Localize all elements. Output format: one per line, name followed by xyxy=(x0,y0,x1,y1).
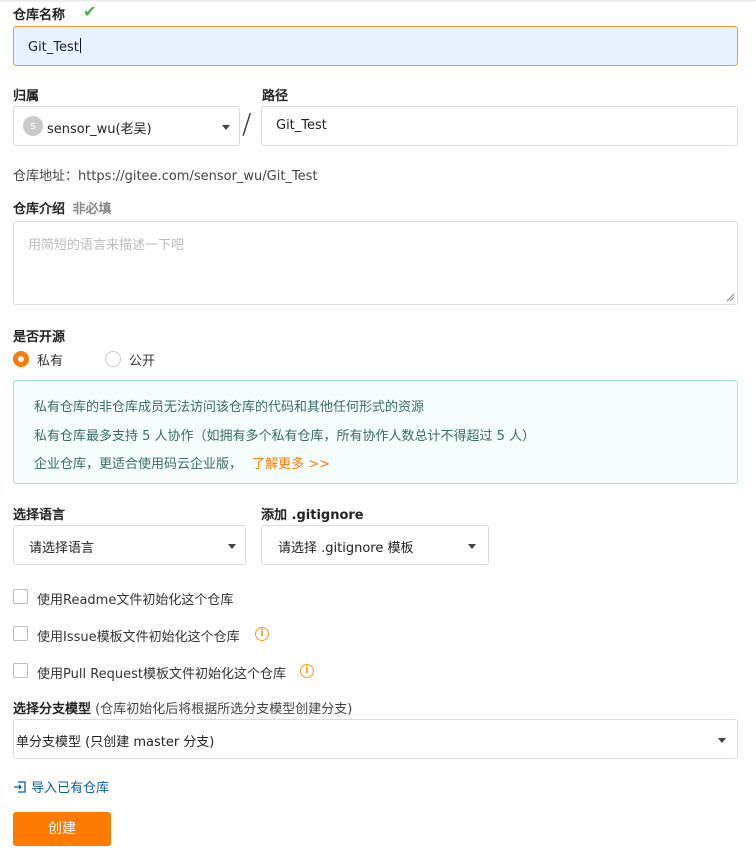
top-shadow xyxy=(0,0,756,3)
path-separator: / xyxy=(242,107,252,140)
optional-tag: 非必填 xyxy=(72,202,112,217)
import-repo-label: 导入已有仓库 xyxy=(31,781,110,796)
readme-checkbox-label: 使用Readme文件初始化这个仓库 xyxy=(37,593,234,608)
text-cursor xyxy=(79,38,81,53)
path-input[interactable]: Git_Test xyxy=(261,106,738,146)
notice-line-3-text: 企业仓库，更适合使用码云企业版， xyxy=(34,457,243,472)
notice-line-3: 企业仓库，更适合使用码云企业版， 了解更多 >> xyxy=(34,453,330,472)
description-placeholder: 用简短的语言来描述一下吧 xyxy=(28,238,185,253)
gitignore-value: 请选择 .gitignore 模板 xyxy=(278,541,414,556)
notice-line-2: 私有仓库最多支持 5 人协作（如拥有多个私有仓库，所有协作人数总计不得超过 5 … xyxy=(34,429,536,444)
readme-checkbox[interactable] xyxy=(13,589,28,604)
issue-template-checkbox-label: 使用Issue模板文件初始化这个仓库 xyxy=(37,630,240,645)
owner-select[interactable]: s sensor_wu(老吴) xyxy=(13,106,240,146)
owner-value: sensor_wu(老吴) xyxy=(47,122,152,137)
path-label: 路径 xyxy=(262,89,289,104)
radio-public[interactable] xyxy=(105,351,121,367)
description-label: 仓库介绍 非必填 xyxy=(13,198,112,217)
owner-label: 归属 xyxy=(13,89,40,104)
visibility-label: 是否开源 xyxy=(13,330,66,345)
chevron-down-icon xyxy=(222,125,230,130)
language-value: 请选择语言 xyxy=(29,541,95,556)
branch-model-value: 单分支模型 (只创建 master 分支) xyxy=(16,735,215,750)
pr-template-checkbox[interactable] xyxy=(13,663,28,678)
description-label-text: 仓库介绍 xyxy=(13,202,66,217)
info-icon[interactable]: i xyxy=(255,627,269,641)
learn-more-link[interactable]: 了解更多 >> xyxy=(252,457,330,472)
avatar: s xyxy=(23,116,43,136)
notice-line-1: 私有仓库的非仓库成员无法访问该仓库的代码和其他任何形式的资源 xyxy=(34,400,425,415)
radio-private-label: 私有 xyxy=(37,354,64,369)
import-repo-link[interactable]: 导入已有仓库 xyxy=(13,777,109,796)
branch-model-label: 选择分支模型 (仓库初始化后将根据所选分支模型创建分支) xyxy=(13,698,352,717)
info-icon[interactable]: i xyxy=(300,664,314,678)
private-notice-box: 私有仓库的非仓库成员无法访问该仓库的代码和其他任何形式的资源 私有仓库最多支持 … xyxy=(13,380,738,484)
chevron-down-icon xyxy=(468,544,476,549)
pr-template-checkbox-label: 使用Pull Request模板文件初始化这个仓库 xyxy=(37,667,287,682)
gitignore-select[interactable]: 请选择 .gitignore 模板 xyxy=(261,525,489,565)
repo-address: 仓库地址：https://gitee.com/sensor_wu/Git_Tes… xyxy=(13,169,318,184)
language-label: 选择语言 xyxy=(13,508,66,523)
language-select[interactable]: 请选择语言 xyxy=(13,525,246,565)
description-textarea[interactable]: 用简短的语言来描述一下吧 xyxy=(13,221,738,305)
repo-name-label: 仓库名称 xyxy=(13,8,66,23)
branch-model-label-text: 选择分支模型 xyxy=(13,702,92,717)
repo-name-value: Git_Test xyxy=(28,40,79,55)
chevron-down-icon xyxy=(228,544,236,549)
repo-name-input[interactable]: Git_Test xyxy=(13,26,738,66)
radio-private[interactable] xyxy=(13,351,29,367)
path-value: Git_Test xyxy=(276,118,327,133)
branch-model-select[interactable]: 单分支模型 (只创建 master 分支) xyxy=(13,719,738,759)
issue-template-checkbox[interactable] xyxy=(13,626,28,641)
branch-model-hint: (仓库初始化后将根据所选分支模型创建分支) xyxy=(95,702,353,717)
chevron-down-icon xyxy=(718,738,726,743)
resize-handle-icon[interactable] xyxy=(726,293,735,302)
import-icon xyxy=(14,781,26,793)
radio-public-label: 公开 xyxy=(129,354,156,369)
gitignore-label: 添加 .gitignore xyxy=(261,508,364,523)
create-button[interactable]: 创建 xyxy=(13,812,111,846)
checkmark-icon: ✔ xyxy=(83,2,97,21)
